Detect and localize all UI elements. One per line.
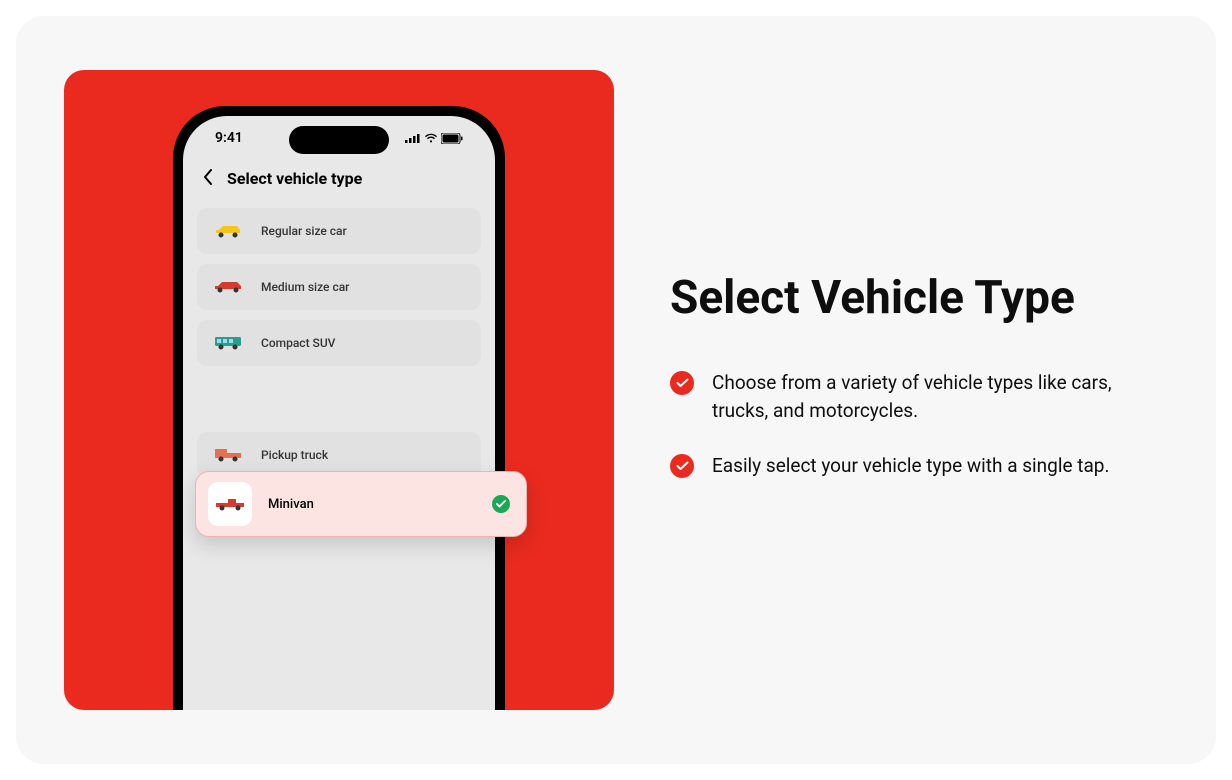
vehicle-option-medium-car[interactable]: Medium size car bbox=[197, 264, 481, 310]
status-indicators bbox=[405, 133, 463, 144]
screen-header: Select vehicle type bbox=[197, 150, 481, 208]
marketing-heading: Select Vehicle Type bbox=[670, 272, 1152, 325]
vehicle-label: Medium size car bbox=[261, 280, 349, 294]
bullet-text: Choose from a variety of vehicle types l… bbox=[712, 369, 1152, 424]
phone-screen: 9:41 Select vehicle type bbox=[183, 116, 495, 710]
phone-showcase-panel: 9:41 Select vehicle type bbox=[64, 70, 614, 710]
signal-icon bbox=[405, 133, 421, 143]
back-button[interactable] bbox=[203, 166, 213, 190]
phone-frame: 9:41 Select vehicle type bbox=[173, 106, 505, 710]
vehicle-option-suv[interactable]: Compact SUV bbox=[197, 320, 481, 366]
car-icon bbox=[213, 222, 243, 240]
suv-icon bbox=[213, 334, 243, 352]
vehicle-label: Pickup truck bbox=[261, 448, 328, 462]
selected-vehicle-card[interactable]: Minivan bbox=[195, 471, 527, 537]
pickup-icon bbox=[214, 496, 246, 512]
vehicle-option-regular-car[interactable]: Regular size car bbox=[197, 208, 481, 254]
selected-vehicle-icon-box bbox=[208, 482, 252, 526]
pickup-truck-icon bbox=[213, 446, 243, 464]
vehicle-label: Regular size car bbox=[261, 224, 347, 238]
check-circle-icon bbox=[670, 454, 694, 478]
battery-icon bbox=[441, 133, 463, 144]
status-time: 9:41 bbox=[215, 130, 243, 146]
wifi-icon bbox=[424, 133, 438, 143]
feature-bullet: Choose from a variety of vehicle types l… bbox=[670, 369, 1152, 424]
vehicle-label: Compact SUV bbox=[261, 336, 335, 350]
feature-bullet: Easily select your vehicle type with a s… bbox=[670, 452, 1152, 480]
bullet-text: Easily select your vehicle type with a s… bbox=[712, 452, 1109, 480]
marketing-panel: Select Vehicle Type Choose from a variet… bbox=[670, 272, 1168, 508]
feature-card: 9:41 Select vehicle type bbox=[16, 16, 1216, 764]
page-title: Select vehicle type bbox=[227, 169, 362, 188]
phone-notch bbox=[289, 126, 389, 154]
check-icon bbox=[492, 495, 510, 513]
selected-vehicle-label: Minivan bbox=[268, 497, 476, 512]
sedan-icon bbox=[213, 278, 243, 296]
chevron-left-icon bbox=[203, 169, 213, 185]
check-circle-icon bbox=[670, 371, 694, 395]
